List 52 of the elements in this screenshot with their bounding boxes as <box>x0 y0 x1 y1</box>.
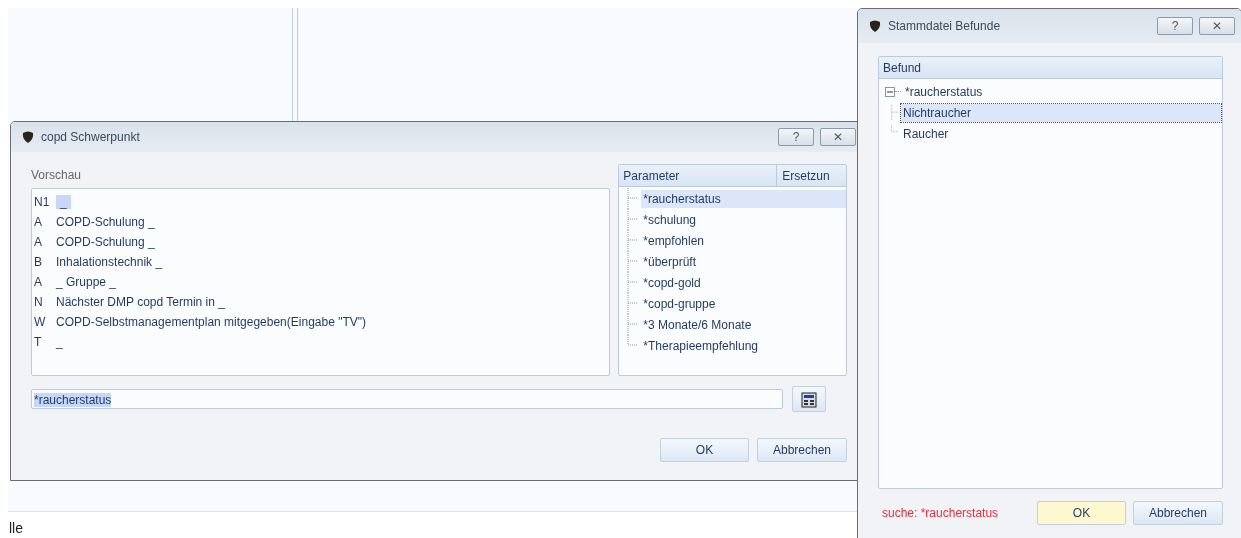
line-code: N1 <box>34 194 51 211</box>
line-code: A <box>34 214 43 231</box>
line-text: _ Gruppe _ <box>56 275 117 289</box>
app-icon <box>21 130 35 144</box>
tree-item[interactable]: *raucherstatus <box>641 189 846 208</box>
line-text: Inhalationstechnik _ <box>56 255 163 269</box>
line-code: W <box>34 314 47 331</box>
column-header[interactable]: Befund <box>879 58 922 77</box>
help-button[interactable]: ? <box>1157 17 1193 35</box>
column-header[interactable]: Parameter <box>619 164 778 187</box>
tree-item[interactable]: *schulung <box>641 210 698 229</box>
tree-item[interactable]: *3 Monate/6 Monate <box>641 315 754 334</box>
line-text: COPD-Schulung _ <box>56 235 155 249</box>
tree-item[interactable]: *raucherstatus <box>903 82 985 101</box>
line-code: A <box>34 274 43 291</box>
tree-item[interactable]: *copd-gruppe <box>641 294 718 313</box>
calculator-icon <box>801 391 817 408</box>
splitter[interactable] <box>292 8 298 121</box>
line-code: N <box>34 294 44 311</box>
tree-item[interactable]: Nichtraucher <box>901 103 1221 122</box>
line-code: T <box>34 334 43 351</box>
line-code: B <box>34 254 43 271</box>
line-code: A <box>34 234 43 251</box>
app-icon <box>868 19 882 33</box>
selected-text: *raucherstatus <box>34 393 112 407</box>
close-button[interactable]: ✕ <box>1199 17 1235 35</box>
tree-item[interactable]: *überprüft <box>641 252 698 271</box>
tree-item[interactable]: Raucher <box>901 124 951 143</box>
footer-text: lle <box>9 519 23 538</box>
close-button[interactable]: ✕ <box>820 128 856 146</box>
dialog-button[interactable]: OK <box>660 438 749 462</box>
dialog-button[interactable]: Abbrechen <box>757 438 847 462</box>
window-title: Stammdatei Befunde <box>888 18 1002 35</box>
input-field[interactable]: *raucherstatus <box>31 389 783 409</box>
section-label: Vorschau <box>31 167 83 184</box>
line-text: _ <box>56 335 63 349</box>
line-text: COPD-Selbstmanagementplan mitgegeben(Eingabe "TV") <box>56 315 366 329</box>
tree-item[interactable]: *Therapieempfehlung <box>641 336 761 355</box>
line-text: Nächster DMP copd Termin in _ <box>56 295 225 309</box>
calculator-button[interactable] <box>792 386 826 412</box>
expand-toggle[interactable] <box>885 86 895 97</box>
dialog-button[interactable]: OK <box>1037 501 1126 525</box>
line-text: _ <box>56 195 71 209</box>
window-title: copd Schwerpunkt <box>41 129 141 146</box>
tree-line <box>895 91 901 92</box>
line-text: COPD-Schulung _ <box>56 215 155 229</box>
search-status: suche: *raucherstatus <box>881 505 1000 522</box>
tree-item[interactable]: *empfohlen <box>641 231 706 250</box>
column-header[interactable]: Ersetzun <box>777 166 830 185</box>
tree-item[interactable]: *copd-gold <box>641 273 703 292</box>
dialog-button[interactable]: Abbrechen <box>1133 501 1223 525</box>
help-button[interactable]: ? <box>778 128 814 146</box>
